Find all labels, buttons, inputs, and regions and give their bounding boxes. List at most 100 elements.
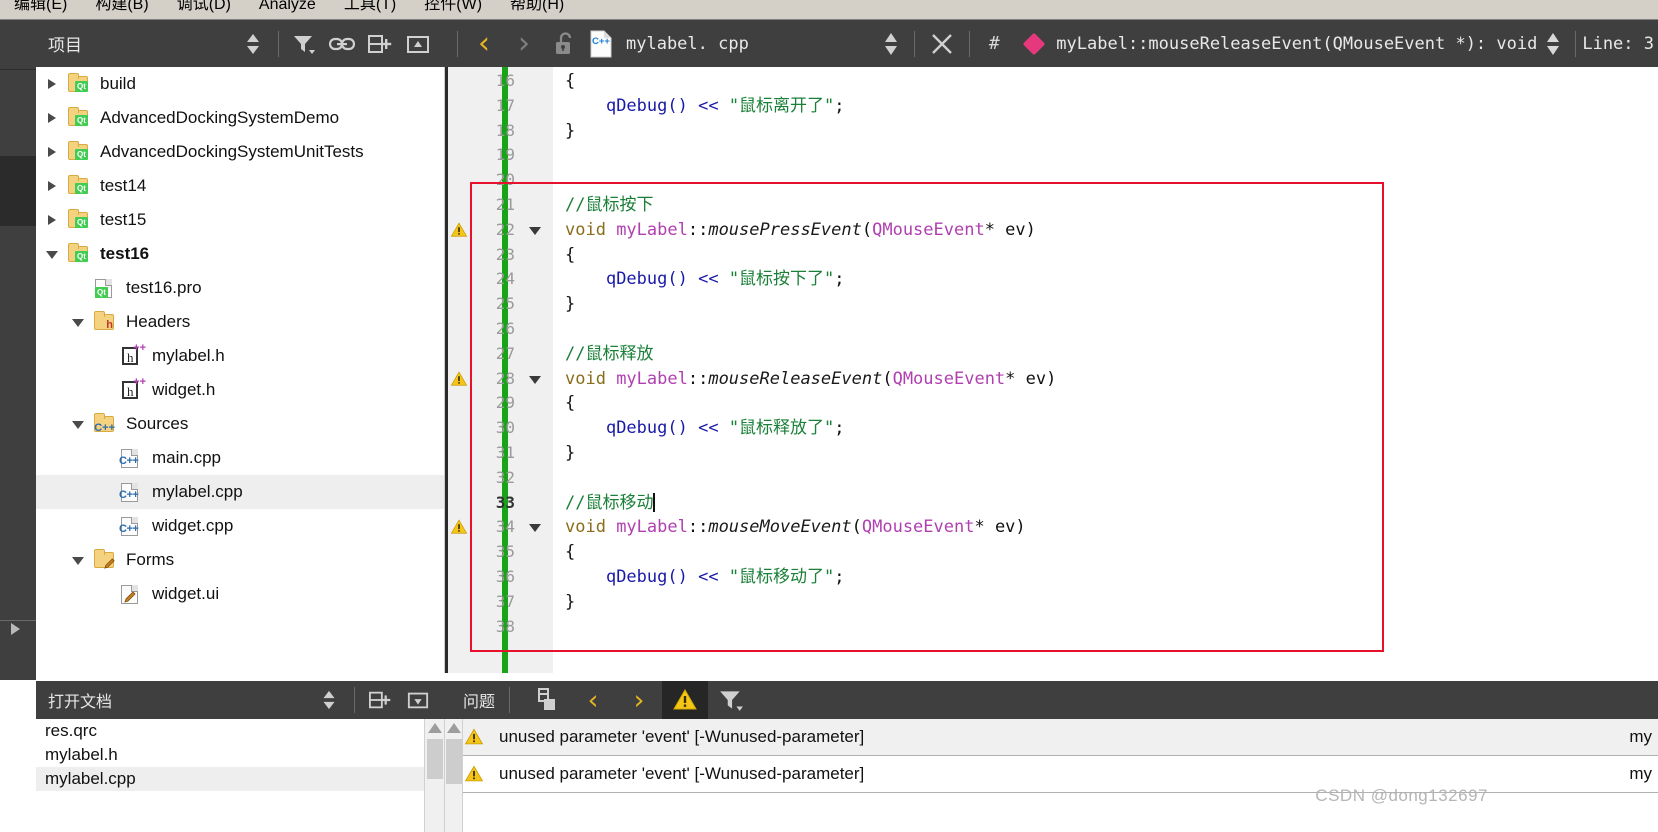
- lock-button[interactable]: [544, 20, 584, 67]
- menu-item-analyze[interactable]: Analyze: [245, 0, 330, 15]
- issues-scrollbar[interactable]: [445, 719, 463, 832]
- tree-item-build[interactable]: Qt build: [36, 67, 444, 101]
- fold-collapse-icon[interactable]: [529, 524, 541, 533]
- chevron-down-icon[interactable]: [44, 246, 60, 262]
- menu-item-tools[interactable]: 工具(T): [330, 0, 410, 15]
- symbol-stepper[interactable]: [1537, 25, 1569, 63]
- warning-filter-toggle[interactable]: [662, 681, 709, 719]
- activity-slot-4[interactable]: [0, 226, 36, 619]
- filter-icon[interactable]: [708, 681, 754, 719]
- symbol-selector[interactable]: myLabel::mouseReleaseEvent(QMouseEvent *…: [1056, 34, 1537, 54]
- tree-item-test15[interactable]: Qt test15: [36, 203, 444, 237]
- sort-icon[interactable]: [310, 681, 348, 719]
- open-document-item[interactable]: mylabel.cpp: [36, 767, 444, 791]
- tree-item-test16-pro[interactable]: Qt test16.pro: [36, 271, 444, 305]
- tree-item-advanceddockingsystemdemo[interactable]: Qt AdvancedDockingSystemDemo: [36, 101, 444, 135]
- code-line[interactable]: void myLabel::mouseMoveEvent(QMouseEvent…: [565, 515, 1026, 540]
- sort-icon[interactable]: [234, 25, 272, 63]
- code-line[interactable]: //鼠标按下: [565, 193, 653, 218]
- chevron-right-icon[interactable]: [44, 212, 60, 228]
- copy-icon[interactable]: [524, 681, 570, 719]
- split-add-icon[interactable]: [361, 681, 399, 719]
- tree-item-sources[interactable]: C++ Sources: [36, 407, 444, 441]
- project-tree[interactable]: Qt build Qt AdvancedDockingSystemDemo Qt Adva…: [36, 67, 445, 673]
- code-line[interactable]: qDebug() << "鼠标离开了";: [565, 94, 845, 119]
- collapse-icon[interactable]: [399, 681, 437, 719]
- menu-item-help[interactable]: 帮助(H): [496, 0, 578, 15]
- chevron-right-icon[interactable]: [44, 178, 60, 194]
- expand-right-icon[interactable]: [11, 623, 20, 635]
- nav-forward-button[interactable]: ›: [504, 20, 544, 67]
- warning-icon[interactable]: [450, 221, 468, 239]
- tree-item-widget-h[interactable]: h ++ widget.h: [36, 373, 444, 407]
- code-line[interactable]: }: [565, 441, 575, 466]
- open-document-item[interactable]: mylabel.h: [36, 743, 444, 767]
- code-line[interactable]: }: [565, 590, 575, 615]
- code-line[interactable]: //鼠标移动: [565, 491, 656, 516]
- code-line[interactable]: //鼠标释放: [565, 342, 653, 367]
- next-issue-button[interactable]: ›: [616, 681, 662, 719]
- scrollbar-thumb[interactable]: [446, 739, 462, 784]
- code-line[interactable]: void myLabel::mousePressEvent(QMouseEven…: [565, 218, 1036, 243]
- tree-item-test16[interactable]: Qt test16: [36, 237, 444, 271]
- code-line[interactable]: void myLabel::mouseReleaseEvent(QMouseEv…: [565, 367, 1056, 392]
- menu-item-edit[interactable]: 编辑(E): [0, 0, 81, 15]
- code-line[interactable]: }: [565, 292, 575, 317]
- menu-item-build[interactable]: 构建(B): [81, 0, 162, 15]
- tree-item-widget-ui[interactable]: widget.ui: [36, 577, 444, 611]
- chevron-down-icon[interactable]: [70, 552, 86, 568]
- close-file-button[interactable]: [921, 20, 963, 67]
- warning-icon[interactable]: [450, 518, 468, 536]
- chevron-down-icon[interactable]: [70, 314, 86, 330]
- code-line[interactable]: {: [565, 540, 575, 565]
- activity-slot-2[interactable]: [0, 71, 36, 156]
- code-line[interactable]: qDebug() << "鼠标移动了";: [565, 565, 845, 590]
- tree-item-headers[interactable]: h Headers: [36, 305, 444, 339]
- code-line[interactable]: }: [565, 119, 575, 144]
- tree-item-main-cpp[interactable]: C++ main.cpp: [36, 441, 444, 475]
- code-editor[interactable]: 16 {17 qDebug() << "鼠标离开了"; 18} 19 20 21 //鼠标按…: [445, 67, 1658, 673]
- activity-slot-1[interactable]: [0, 20, 36, 70]
- code-line[interactable]: qDebug() << "鼠标按下了";: [565, 267, 845, 292]
- hash-button[interactable]: #: [976, 20, 1012, 67]
- issues-list[interactable]: unused parameter 'event' [-Wunused-param…: [445, 719, 1658, 832]
- active-file-name[interactable]: mylabel. cpp: [626, 34, 749, 54]
- menu-item-window[interactable]: 控件(W): [410, 0, 496, 15]
- tree-item-forms[interactable]: Forms: [36, 543, 444, 577]
- nav-back-button[interactable]: ‹: [464, 20, 504, 67]
- warning-icon[interactable]: [450, 370, 468, 388]
- collapse-icon[interactable]: [399, 25, 437, 63]
- code-line[interactable]: qDebug() << "鼠标释放了";: [565, 416, 845, 441]
- tree-item-advanceddockingsystemunittests[interactable]: Qt AdvancedDockingSystemUnitTests: [36, 135, 444, 169]
- scroll-up-icon[interactable]: [428, 723, 442, 733]
- chevron-right-icon[interactable]: [44, 144, 60, 160]
- editor-toolbar: ‹ › C++ mylabel. cpp # myLabel::mouseRel…: [445, 20, 1658, 67]
- tree-item-widget-cpp[interactable]: C++ widget.cpp: [36, 509, 444, 543]
- filter-icon[interactable]: [285, 25, 323, 63]
- menu-item-debug[interactable]: 调试(D): [163, 0, 245, 15]
- line-indicator[interactable]: Line: 3: [1582, 34, 1658, 54]
- scrollbar-thumb[interactable]: [427, 739, 443, 779]
- open-document-item[interactable]: res.qrc: [36, 719, 444, 743]
- issue-row[interactable]: unused parameter 'event' [-Wunused-param…: [445, 719, 1658, 756]
- fold-collapse-icon[interactable]: [529, 375, 541, 384]
- tree-item-test14[interactable]: Qt test14: [36, 169, 444, 203]
- activity-slot-3-active[interactable]: [0, 156, 36, 226]
- code-line[interactable]: {: [565, 69, 575, 94]
- chevron-right-icon[interactable]: [44, 110, 60, 126]
- chevron-down-icon[interactable]: [70, 416, 86, 432]
- open-documents-scrollbar[interactable]: [424, 719, 444, 832]
- link-icon[interactable]: [323, 25, 361, 63]
- file-selector-stepper[interactable]: [874, 25, 908, 63]
- editor-fold-gutter[interactable]: [521, 67, 553, 673]
- tree-item-mylabel-cpp[interactable]: C++ mylabel.cpp: [36, 475, 444, 509]
- code-line[interactable]: {: [565, 391, 575, 416]
- open-documents-list[interactable]: res.qrc mylabel.h mylabel.cpp: [36, 719, 445, 832]
- code-line[interactable]: {: [565, 243, 575, 268]
- scroll-up-icon[interactable]: [447, 723, 461, 733]
- chevron-right-icon[interactable]: [44, 76, 60, 92]
- tree-item-mylabel-h[interactable]: h ++ mylabel.h: [36, 339, 444, 373]
- split-add-icon[interactable]: [361, 25, 399, 63]
- prev-issue-button[interactable]: ‹: [570, 681, 616, 719]
- fold-collapse-icon[interactable]: [529, 226, 541, 235]
